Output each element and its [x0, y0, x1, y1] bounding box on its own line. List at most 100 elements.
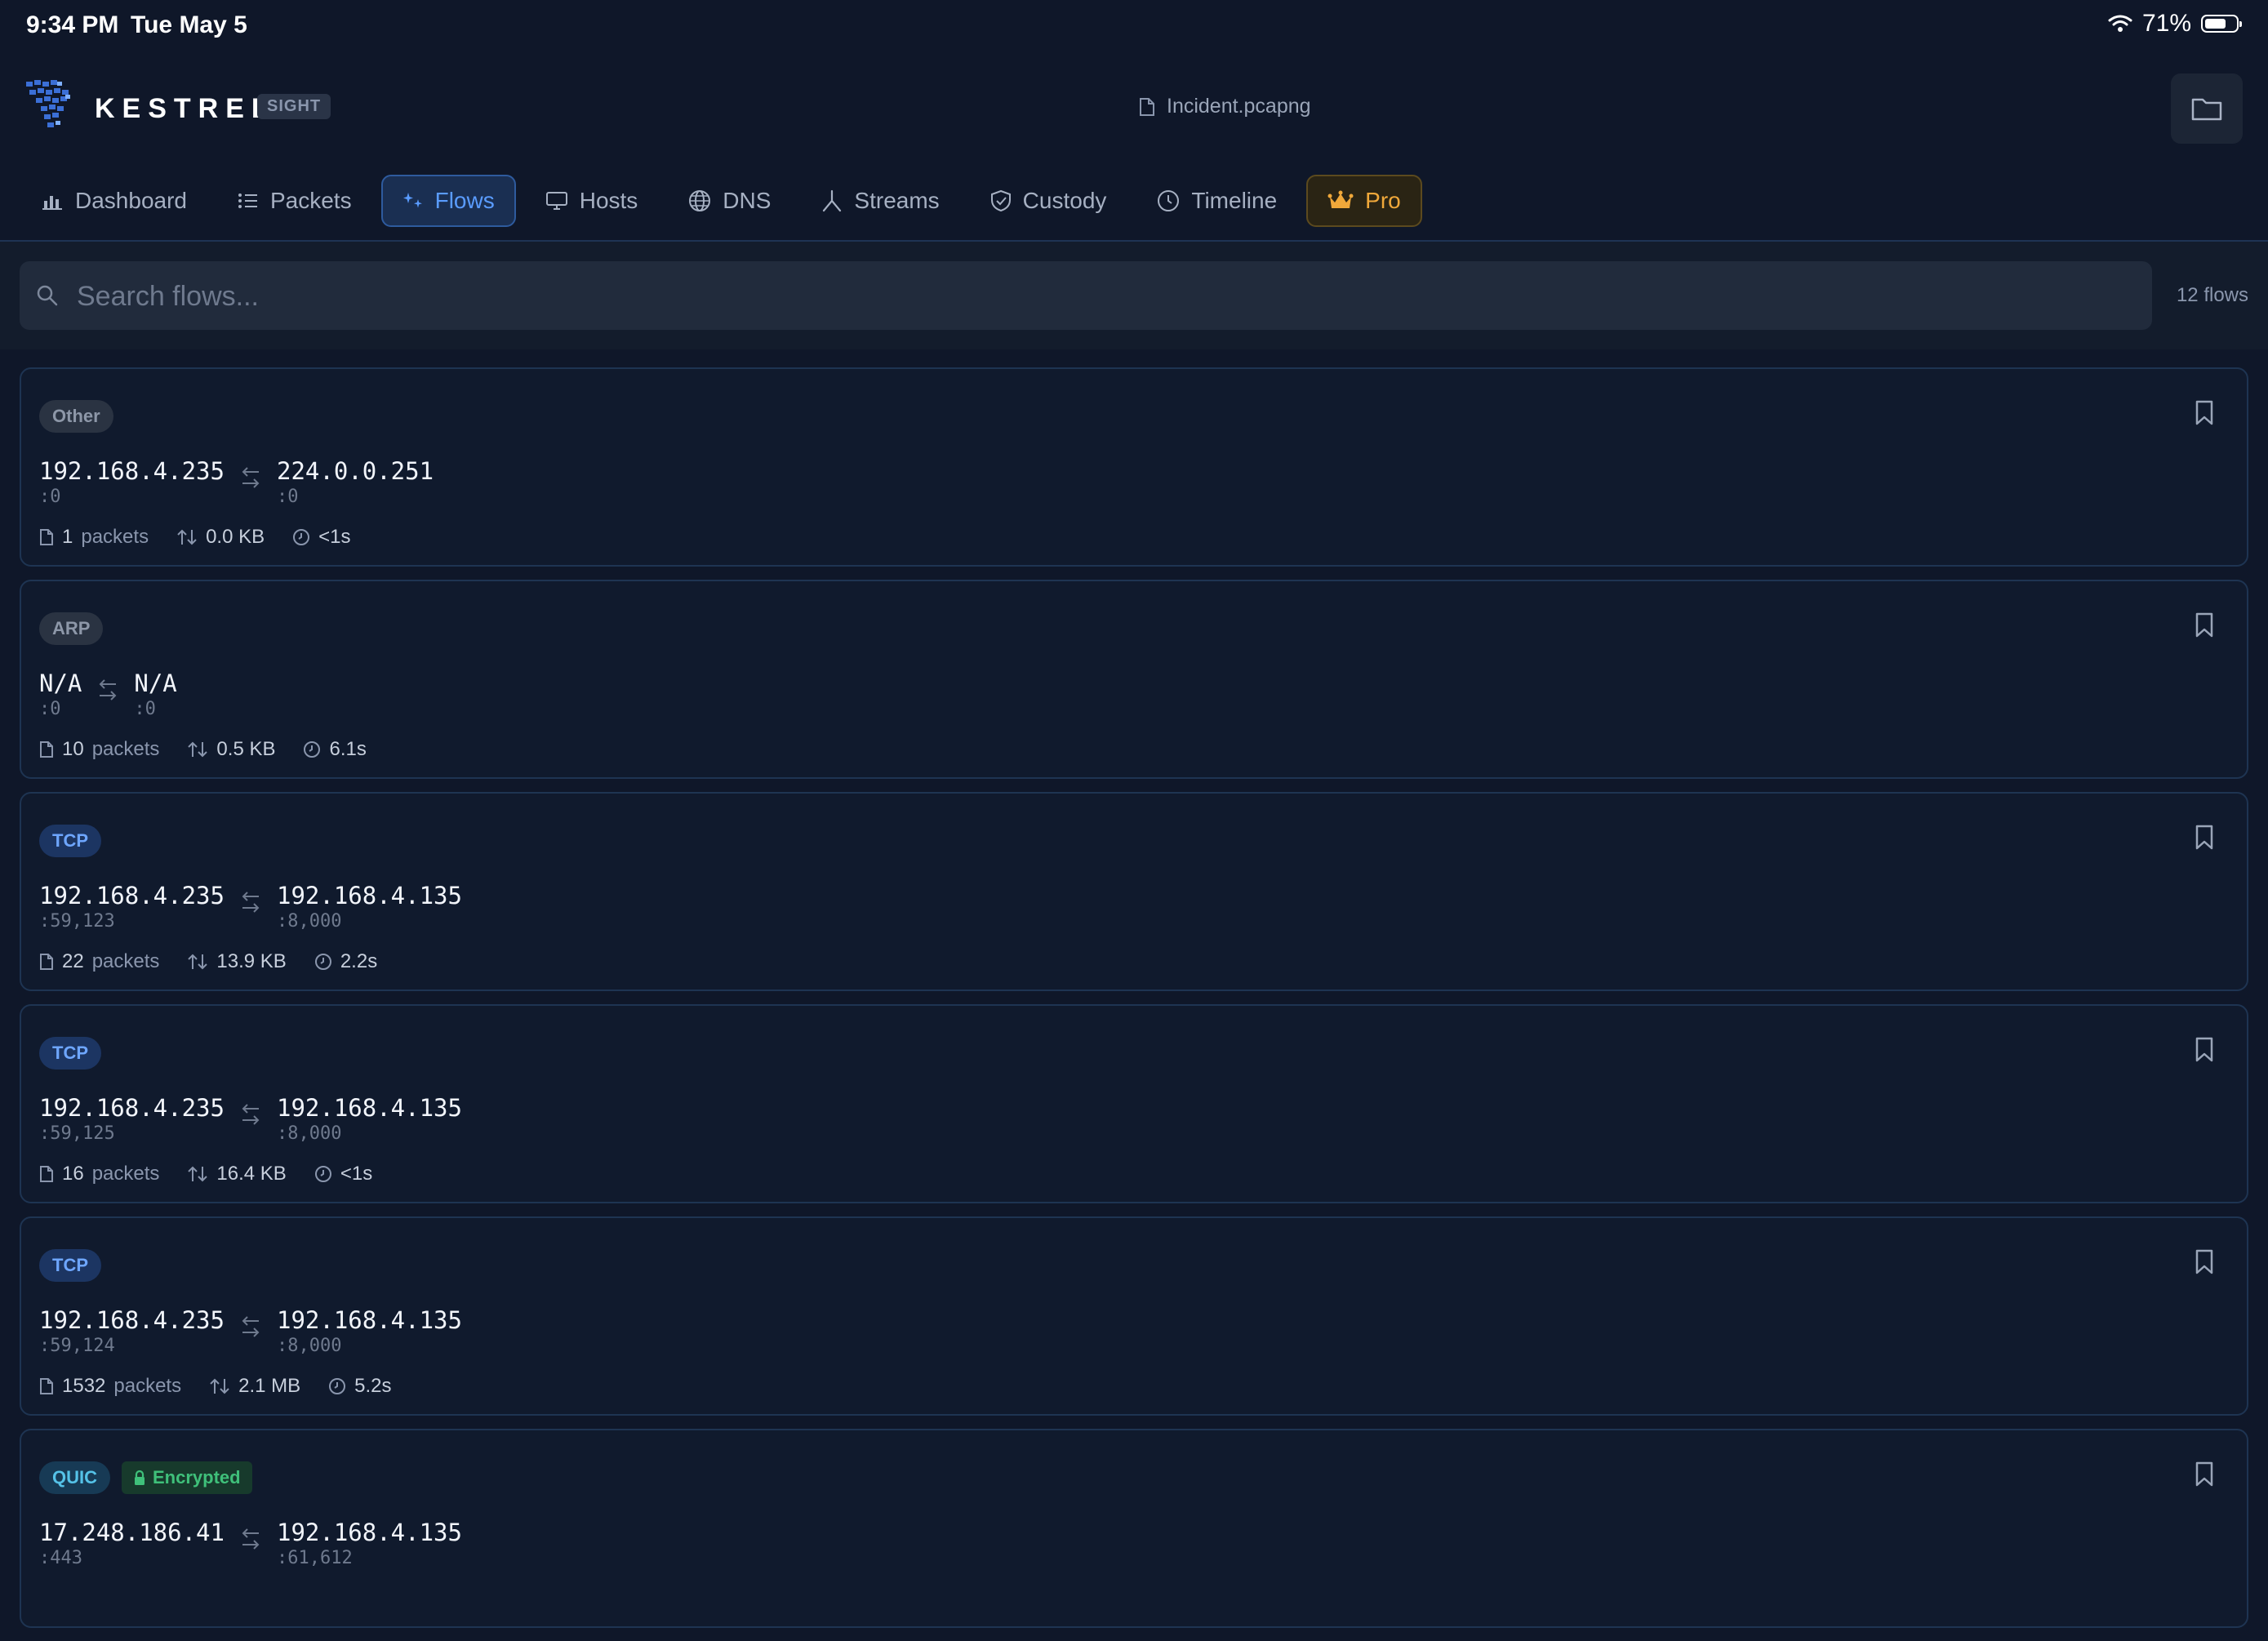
- protocol-badge: QUIC: [39, 1461, 110, 1494]
- tab-timeline[interactable]: Timeline: [1136, 175, 1298, 227]
- packet-count-value: 10: [62, 738, 84, 760]
- flow-card[interactable]: TCP 192.168.4.235 :59,125 192.168.4.135 …: [20, 1004, 2248, 1203]
- search-input[interactable]: [75, 261, 2119, 331]
- bookmark-icon[interactable]: [2195, 612, 2214, 638]
- tab-dashboard[interactable]: Dashboard: [20, 175, 208, 227]
- destination-endpoint: 192.168.4.135 :61,612: [277, 1519, 462, 1571]
- destination-port: :0: [276, 487, 299, 507]
- fork-icon: [823, 189, 842, 212]
- duration: 2.2s: [314, 950, 377, 973]
- flow-card[interactable]: QUIC Encrypted 17.248.186.41 :443 192.16…: [20, 1429, 2248, 1628]
- bidirectional-arrows-icon: [99, 679, 117, 700]
- packet-count-value: 1532: [62, 1375, 106, 1397]
- flow-card[interactable]: ARP N/A :0 N/A :0 10 packets 0.5 KB 6.1s: [20, 580, 2248, 779]
- bar-chart-icon: [42, 196, 62, 210]
- destination-endpoint: 192.168.4.135 :8,000: [277, 1094, 462, 1146]
- battery-percent: 71%: [2141, 10, 2191, 37]
- wifi-icon: [2108, 15, 2132, 32]
- duration: 5.2s: [328, 1375, 392, 1398]
- byte-size-value: 0.0 KB: [206, 526, 265, 548]
- packet-count: 16 packets: [39, 1163, 159, 1185]
- duration: 6.1s: [303, 738, 367, 761]
- flow-stats: 10 packets 0.5 KB 6.1s: [39, 738, 367, 761]
- tab-custody[interactable]: Custody: [969, 175, 1128, 227]
- flow-endpoints: 192.168.4.235 :59,123 192.168.4.135 :8,0…: [39, 882, 462, 934]
- flow-list: Other 192.168.4.235 :0 224.0.0.251 :0 1: [20, 367, 2248, 1641]
- bookmark-icon[interactable]: [2195, 1461, 2214, 1488]
- flow-card[interactable]: Other 192.168.4.235 :0 224.0.0.251 :0 1: [20, 367, 2248, 567]
- duration-value: 6.1s: [329, 738, 367, 760]
- duration: <1s: [292, 526, 351, 549]
- source-endpoint: 192.168.4.235 :0: [39, 457, 225, 509]
- flow-tags: Other: [39, 400, 113, 433]
- flow-tags: TCP: [39, 1249, 101, 1282]
- byte-size-value: 2.1 MB: [238, 1375, 301, 1397]
- document-icon: [40, 741, 53, 758]
- flow-stats: 1532 packets 2.1 MB 5.2s: [39, 1375, 392, 1398]
- flow-tags: TCP: [39, 825, 101, 857]
- source-port: :0: [39, 487, 61, 507]
- flow-endpoints: 192.168.4.235 :59,125 192.168.4.135 :8,0…: [39, 1094, 462, 1146]
- search-box: [20, 261, 2152, 331]
- tab-hosts[interactable]: Hosts: [524, 175, 660, 227]
- destination-endpoint: 192.168.4.135 :8,000: [277, 882, 462, 934]
- bookmark-icon[interactable]: [2195, 1249, 2214, 1275]
- packet-count-unit: packets: [91, 950, 160, 972]
- app-header: KESTREL SIGHT Incident.pcapng: [0, 54, 2268, 160]
- search-bar: 12 flows: [0, 242, 2268, 349]
- bookmark-icon[interactable]: [2195, 400, 2214, 426]
- lock-icon: [135, 1470, 145, 1485]
- source-port: :59,125: [39, 1123, 115, 1144]
- flow-tags: QUIC Encrypted: [39, 1461, 252, 1494]
- destination-ip: N/A: [134, 669, 177, 697]
- duration: <1s: [314, 1163, 372, 1185]
- source-port: :443: [39, 1548, 82, 1568]
- flow-stats: 1 packets 0.0 KB <1s: [39, 526, 351, 549]
- encrypted-badge: Encrypted: [122, 1461, 252, 1494]
- filename-text: Incident.pcapng: [1167, 95, 1311, 118]
- kestrel-logo-icon: [26, 80, 70, 127]
- search-icon: [37, 285, 58, 306]
- destination-ip: 192.168.4.135: [276, 1519, 462, 1546]
- protocol-badge: ARP: [39, 612, 104, 645]
- tab-label: Hosts: [579, 188, 638, 213]
- tab-flows[interactable]: Flows: [380, 175, 516, 227]
- duration-value: 2.2s: [340, 950, 378, 972]
- open-folder-button[interactable]: [2171, 73, 2243, 144]
- packet-count-value: 16: [62, 1163, 84, 1185]
- tab-dns[interactable]: DNS: [667, 175, 792, 227]
- tab-packets[interactable]: Packets: [216, 175, 373, 227]
- flow-card[interactable]: TCP 192.168.4.235 :59,124 192.168.4.135 …: [20, 1216, 2248, 1416]
- packet-count: 22 packets: [39, 950, 159, 973]
- bookmark-icon[interactable]: [2195, 1037, 2214, 1063]
- tab-streams[interactable]: Streams: [800, 175, 960, 227]
- destination-ip: 192.168.4.135: [276, 882, 462, 909]
- source-endpoint: 192.168.4.235 :59,124: [39, 1306, 225, 1359]
- clock-icon: [329, 1378, 346, 1394]
- packet-count-value: 1: [62, 526, 73, 548]
- source-endpoint: 17.248.186.41 :443: [39, 1519, 225, 1571]
- destination-port: :8,000: [276, 1336, 342, 1356]
- destination-port: :0: [134, 699, 156, 719]
- document-icon: [40, 1378, 53, 1394]
- folder-icon: [2191, 98, 2222, 121]
- flow-card[interactable]: TCP 192.168.4.235 :59,123 192.168.4.135 …: [20, 792, 2248, 991]
- status-date: Tue May 5: [131, 11, 247, 38]
- clock-icon: [314, 1166, 331, 1182]
- document-icon: [1140, 97, 1154, 116]
- source-port: :0: [39, 699, 61, 719]
- bookmark-icon[interactable]: [2195, 825, 2214, 851]
- source-ip: 192.168.4.235: [39, 457, 225, 485]
- tab-label: Streams: [854, 188, 940, 213]
- flow-endpoints: 192.168.4.235 :0 224.0.0.251 :0: [39, 457, 434, 509]
- byte-size: 0.5 KB: [187, 738, 275, 761]
- tab-label: Dashboard: [75, 188, 187, 213]
- flow-endpoints: 17.248.186.41 :443 192.168.4.135 :61,612: [39, 1519, 462, 1571]
- packet-count-unit: packets: [91, 1163, 160, 1185]
- clock-icon: [1158, 190, 1180, 211]
- packet-count-unit: packets: [81, 526, 149, 548]
- tab-pro[interactable]: Pro: [1306, 175, 1422, 227]
- status-bar: 9:34 PM Tue May 5 71%: [0, 0, 2268, 54]
- destination-endpoint: N/A :0: [134, 669, 176, 722]
- document-icon: [40, 954, 53, 970]
